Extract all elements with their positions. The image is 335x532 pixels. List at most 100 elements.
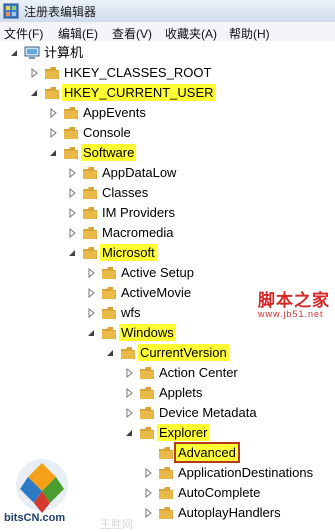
registry-editor-icon [3,3,19,19]
tree-node-label: ApplicationDestinations [178,465,314,480]
tree-node-label: ActiveMovie [121,285,192,300]
tree-node[interactable]: Explorer [0,423,335,443]
folder-icon [102,287,116,299]
tree-node-label: Classes [102,185,149,200]
tree-node-label: Advanced [174,442,240,463]
tree-node-label: AppEvents [83,105,146,120]
folder-icon [64,147,78,159]
folder-icon [159,467,173,479]
tree-node[interactable]: Device Metadata [0,403,335,423]
folder-icon [102,267,116,279]
tree-node[interactable]: Applets [0,383,335,403]
watermark-site-url: www.jb51.net [258,309,324,319]
expand-arrow-icon[interactable] [48,108,58,118]
collapse-arrow-icon[interactable] [9,48,19,58]
collapse-arrow-icon[interactable] [86,328,96,338]
expand-arrow-icon[interactable] [48,128,58,138]
menu-bar: 文件(F) 编辑(E) 查看(V) 收藏夹(A) 帮助(H) [0,22,335,42]
menu-help[interactable]: 帮助(H) [229,25,270,42]
tree-node[interactable]: HKEY_CURRENT_USER [0,83,335,103]
tree-node-label: Console [83,125,131,140]
tree-node-label: HKEY_CURRENT_USER [62,84,216,101]
collapse-arrow-icon[interactable] [67,248,77,258]
computer-icon [24,46,40,59]
tree-node-label: IM Providers [102,205,175,220]
tree-node-label: CurrentVersion [138,344,229,361]
tree-node-label: Windows [119,324,176,341]
folder-icon [140,367,154,379]
tree-node[interactable]: Windows [0,323,335,343]
tree-node[interactable]: Active Setup [0,263,335,283]
tree-node-label: Software [81,144,137,161]
tree-node-label: Macromedia [102,225,174,240]
folder-icon [83,207,97,219]
expand-arrow-icon[interactable] [67,188,77,198]
tree-node[interactable]: Console [0,123,335,143]
expand-arrow-icon[interactable] [124,388,134,398]
tree-node-label: HKEY_CLASSES_ROOT [64,65,212,80]
tree-node[interactable]: Macromedia [0,223,335,243]
expand-arrow-icon[interactable] [143,468,153,478]
collapse-arrow-icon[interactable] [124,428,134,438]
tree-node-label: Microsoft [100,244,157,261]
tree-node[interactable]: Classes [0,183,335,203]
expand-arrow-icon[interactable] [86,268,96,278]
expand-arrow-icon[interactable] [86,288,96,298]
expand-arrow-icon[interactable] [143,508,153,518]
menu-view[interactable]: 查看(V) [112,25,152,42]
collapse-arrow-icon[interactable] [29,88,39,98]
tree-node[interactable]: IM Providers [0,203,335,223]
folder-icon [121,347,135,359]
window-title: 注册表编辑器 [24,5,97,19]
tree-node[interactable]: Software [0,143,335,163]
folder-icon [102,327,116,339]
menu-favorites[interactable]: 收藏夹(A) [165,25,217,42]
tree-node-label: Applets [159,385,203,400]
folder-icon [45,67,59,79]
tree-root-computer[interactable]: 计算机 [0,43,335,63]
tree-node[interactable]: HKEY_CLASSES_ROOT [0,63,335,83]
tree-node[interactable]: Action Center [0,363,335,383]
folder-icon [83,187,97,199]
folder-icon [45,87,59,99]
tree-node-label: Explorer [157,424,210,441]
tree-node-label: Device Metadata [159,405,257,420]
expand-arrow-icon[interactable] [29,68,39,78]
expand-arrow-icon[interactable] [143,488,153,498]
expand-arrow-icon[interactable] [124,368,134,378]
folder-icon [140,407,154,419]
tree-node[interactable]: AppEvents [0,103,335,123]
menu-edit[interactable]: 编辑(E) [58,25,98,42]
expand-arrow-icon[interactable] [124,408,134,418]
folder-icon [140,427,154,439]
tree-node[interactable]: Microsoft [0,243,335,263]
expand-arrow-icon[interactable] [86,308,96,318]
expand-arrow-icon[interactable] [67,208,77,218]
folder-icon [83,247,97,259]
folder-icon [102,307,116,319]
expand-arrow-icon[interactable] [67,168,77,178]
tree-root-label: 计算机 [44,45,84,60]
watermark-site-cn: 脚本之家 [258,291,330,311]
tree-node-label: Active Setup [121,265,194,280]
collapse-arrow-icon[interactable] [105,348,115,358]
tree-node-label: AutoplayHandlers [178,505,281,520]
expand-arrow-icon[interactable] [67,228,77,238]
tree-node-label: wfs [121,305,141,320]
folder-icon [83,227,97,239]
tree-node[interactable]: CurrentVersion [0,343,335,363]
title-bar: 注册表编辑器 [0,0,335,23]
folder-icon [83,167,97,179]
folder-icon [140,387,154,399]
logo-text: bitsCN.com [4,512,66,524]
folder-icon [64,127,78,139]
menu-file[interactable]: 文件(F) [4,25,43,42]
folder-icon [159,487,173,499]
collapse-arrow-icon[interactable] [48,148,58,158]
folder-icon [159,447,173,459]
tree-node-label: AppDataLow [102,165,177,180]
tree-node[interactable]: AppDataLow [0,163,335,183]
tree-node-label: Action Center [159,365,238,380]
folder-icon [64,107,78,119]
folder-icon [159,507,173,519]
